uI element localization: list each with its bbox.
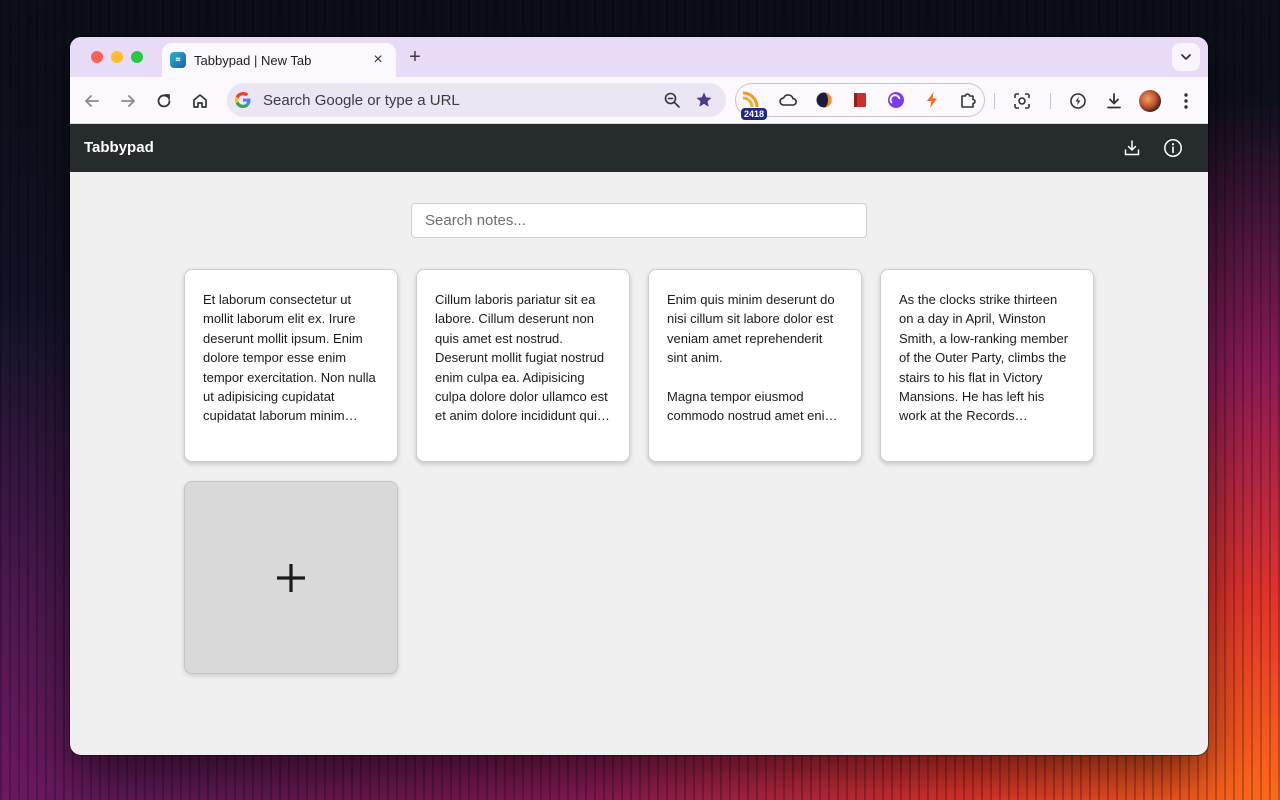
puzzle-piece-icon [961, 93, 976, 108]
toolbar-separator [1050, 93, 1051, 109]
info-icon [1164, 139, 1182, 157]
app-header: Tabbypad [70, 124, 1208, 172]
info-button[interactable] [1161, 136, 1185, 160]
note-card[interactable]: Enim quis minim deserunt do nisi cillum … [648, 269, 862, 462]
bookmark-button[interactable] [694, 90, 714, 110]
browser-window: ⌗ Tabbypad | New Tab × + Search Google o… [70, 37, 1208, 755]
note-preview-text: Enim quis minim deserunt do nisi cillum … [667, 292, 836, 424]
note-preview-text: Et laborum consectetur ut mollit laborum… [203, 292, 376, 424]
toolbar-separator [994, 93, 995, 109]
export-notes-button[interactable] [1120, 136, 1144, 160]
download-icon [1107, 93, 1121, 109]
extension-purple-button[interactable] [886, 90, 906, 110]
magnifier-icon [664, 92, 680, 108]
lens-icon [1014, 93, 1030, 109]
extension-bolt-button[interactable] [922, 90, 942, 110]
zoom-button[interactable] [662, 90, 682, 110]
cloud-icon [779, 94, 797, 106]
maximize-window-button[interactable] [131, 51, 143, 63]
note-preview-text: As the clocks strike thirteen on a day i… [899, 292, 1069, 424]
address-bar[interactable]: Search Google or type a URL [227, 83, 726, 117]
tab-search-button[interactable] [1172, 43, 1200, 71]
extension-book-button[interactable] [850, 90, 870, 110]
add-note-button[interactable] [184, 481, 398, 674]
browser-menu-button[interactable] [1174, 89, 1198, 113]
tabbypad-favicon-icon: ⌗ [170, 52, 186, 68]
google-g-icon [235, 92, 251, 108]
close-window-button[interactable] [91, 51, 103, 63]
extension-vpn-button[interactable] [814, 90, 834, 110]
downloads-button[interactable] [1102, 89, 1126, 113]
tab-close-icon[interactable]: × [370, 52, 386, 68]
tab-strip: ⌗ Tabbypad | New Tab × + [70, 37, 1208, 77]
purple-swirl-icon [888, 92, 904, 108]
chevron-down-icon [1181, 54, 1191, 60]
new-tab-button[interactable]: + [404, 46, 426, 69]
arrow-right-icon [121, 95, 135, 107]
red-book-icon [854, 93, 866, 107]
star-icon [696, 92, 712, 107]
note-card[interactable]: Et laborum consectetur ut mollit laborum… [184, 269, 398, 462]
download-tray-icon [1124, 140, 1140, 156]
extension-cloud-button[interactable] [778, 90, 798, 110]
home-button[interactable] [188, 89, 212, 113]
leaf-bolt-icon [1070, 93, 1086, 109]
profile-avatar[interactable] [1139, 90, 1161, 112]
minimize-window-button[interactable] [111, 51, 123, 63]
forward-button[interactable] [116, 89, 140, 113]
google-lens-button[interactable] [1010, 89, 1034, 113]
performance-button[interactable] [1066, 89, 1090, 113]
reload-icon [157, 94, 171, 108]
tab-active[interactable]: ⌗ Tabbypad | New Tab × [162, 43, 396, 77]
rss-feed-icon [742, 91, 759, 108]
address-bar-placeholder: Search Google or type a URL [263, 91, 460, 109]
extensions-group: 2418 [735, 83, 985, 120]
kebab-menu-icon [1184, 93, 1188, 109]
note-card[interactable]: Cillum laboris pariatur sit ea labore. C… [416, 269, 630, 462]
home-icon [193, 94, 207, 108]
lightning-bolt-icon [927, 92, 937, 108]
tab-title: Tabbypad | New Tab [194, 52, 312, 68]
browser-toolbar: Search Google or type a URL 2418 [70, 77, 1208, 124]
arrow-left-icon [85, 95, 99, 107]
reload-button[interactable] [152, 89, 176, 113]
plus-icon [277, 563, 305, 592]
extension-badge: 2418 [741, 108, 768, 120]
app-title: Tabbypad [84, 139, 154, 156]
back-button[interactable] [80, 89, 104, 113]
extension-rss-button[interactable]: 2418 [740, 90, 768, 120]
note-card[interactable]: As the clocks strike thirteen on a day i… [880, 269, 1094, 462]
search-notes-input[interactable] [411, 203, 867, 238]
note-preview-text: Cillum laboris pariatur sit ea labore. C… [435, 292, 608, 424]
extensions-menu-button[interactable] [958, 90, 978, 110]
orbit-logo-icon [816, 92, 832, 108]
